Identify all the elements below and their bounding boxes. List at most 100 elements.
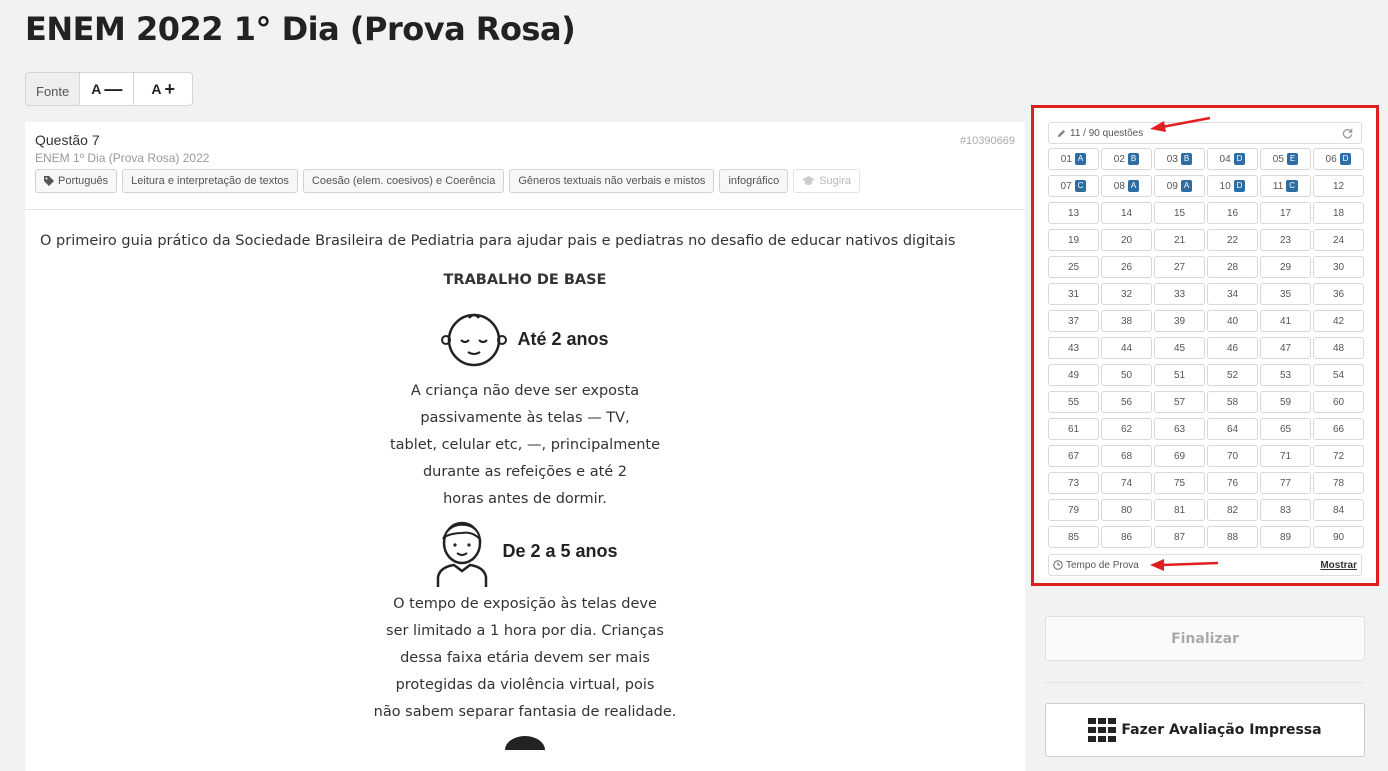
question-nav-cell-19[interactable]: 19 [1048, 229, 1099, 251]
question-nav-cell-63[interactable]: 63 [1154, 418, 1205, 440]
question-nav-cell-46[interactable]: 46 [1207, 337, 1258, 359]
question-nav-cell-22[interactable]: 22 [1207, 229, 1258, 251]
question-nav-cell[interactable]: 01 A [1048, 148, 1099, 170]
question-nav-cell-25[interactable]: 25 [1048, 256, 1099, 278]
question-nav-cell-41[interactable]: 41 [1260, 310, 1311, 332]
question-nav-cell-56[interactable]: 56 [1101, 391, 1152, 413]
question-nav-cell-44[interactable]: 44 [1101, 337, 1152, 359]
question-nav-cell-80[interactable]: 80 [1101, 499, 1152, 521]
question-nav-cell-30[interactable]: 30 [1313, 256, 1364, 278]
tag-portugues[interactable]: Português [35, 169, 118, 193]
question-nav-cell-50[interactable]: 50 [1101, 364, 1152, 386]
question-nav-cell-21[interactable]: 21 [1154, 229, 1205, 251]
question-nav-cell[interactable]: 10 D [1207, 175, 1258, 197]
question-nav-cell-13[interactable]: 13 [1048, 202, 1099, 224]
question-nav-cell-90[interactable]: 90 [1313, 526, 1364, 548]
question-nav-cell[interactable]: 03 B [1154, 148, 1205, 170]
question-nav-cell-71[interactable]: 71 [1260, 445, 1311, 467]
question-nav-cell-77[interactable]: 77 [1260, 472, 1311, 494]
question-nav-cell-14[interactable]: 14 [1101, 202, 1152, 224]
question-id[interactable]: #10390669 [960, 135, 1015, 147]
question-nav-cell-45[interactable]: 45 [1154, 337, 1205, 359]
question-nav-cell[interactable]: 07 C [1048, 175, 1099, 197]
question-nav-cell-32[interactable]: 32 [1101, 283, 1152, 305]
question-nav-cell-69[interactable]: 69 [1154, 445, 1205, 467]
question-nav-cell-57[interactable]: 57 [1154, 391, 1205, 413]
question-nav-cell-24[interactable]: 24 [1313, 229, 1364, 251]
question-nav-cell-61[interactable]: 61 [1048, 418, 1099, 440]
question-nav-cell-12[interactable]: 12 [1313, 175, 1364, 197]
question-nav-cell-85[interactable]: 85 [1048, 526, 1099, 548]
question-nav-cell-64[interactable]: 64 [1207, 418, 1258, 440]
question-nav-cell-37[interactable]: 37 [1048, 310, 1099, 332]
question-nav-cell-82[interactable]: 82 [1207, 499, 1258, 521]
font-increase-button[interactable]: A + [134, 73, 192, 105]
question-nav-cell-20[interactable]: 20 [1101, 229, 1152, 251]
tag-coesao[interactable]: Coesão (elem. coesivos) e Coerência [302, 169, 505, 193]
question-nav-cell-86[interactable]: 86 [1101, 526, 1152, 548]
question-nav-cell-49[interactable]: 49 [1048, 364, 1099, 386]
question-nav-cell[interactable]: 08 A [1101, 175, 1152, 197]
question-nav-cell-68[interactable]: 68 [1101, 445, 1152, 467]
question-nav-cell-29[interactable]: 29 [1260, 256, 1311, 278]
question-nav-cell-28[interactable]: 28 [1207, 256, 1258, 278]
question-nav-cell[interactable]: 04 D [1207, 148, 1258, 170]
question-nav-cell-89[interactable]: 89 [1260, 526, 1311, 548]
print-evaluation-button[interactable]: Fazer Avaliação Impressa [1045, 703, 1365, 757]
question-nav-cell[interactable]: 11 C [1260, 175, 1311, 197]
question-nav-cell-34[interactable]: 34 [1207, 283, 1258, 305]
question-nav-cell-78[interactable]: 78 [1313, 472, 1364, 494]
question-nav-cell-36[interactable]: 36 [1313, 283, 1364, 305]
question-nav-cell-60[interactable]: 60 [1313, 391, 1364, 413]
question-nav-cell-48[interactable]: 48 [1313, 337, 1364, 359]
question-nav-cell-31[interactable]: 31 [1048, 283, 1099, 305]
question-nav-cell-81[interactable]: 81 [1154, 499, 1205, 521]
question-nav-cell-76[interactable]: 76 [1207, 472, 1258, 494]
tag-generos[interactable]: Gêneros textuais não verbais e mistos [509, 169, 715, 193]
question-nav-cell-27[interactable]: 27 [1154, 256, 1205, 278]
question-nav-cell-55[interactable]: 55 [1048, 391, 1099, 413]
question-nav-cell-35[interactable]: 35 [1260, 283, 1311, 305]
question-nav-cell-66[interactable]: 66 [1313, 418, 1364, 440]
question-nav-cell-87[interactable]: 87 [1154, 526, 1205, 548]
question-nav-cell-47[interactable]: 47 [1260, 337, 1311, 359]
question-nav-cell-83[interactable]: 83 [1260, 499, 1311, 521]
question-nav-cell-62[interactable]: 62 [1101, 418, 1152, 440]
question-nav-cell-73[interactable]: 73 [1048, 472, 1099, 494]
finalize-button[interactable]: Finalizar [1045, 616, 1365, 661]
question-nav-cell-23[interactable]: 23 [1260, 229, 1311, 251]
tag-leitura[interactable]: Leitura e interpretação de textos [122, 169, 298, 193]
question-nav-cell-17[interactable]: 17 [1260, 202, 1311, 224]
question-nav-cell-79[interactable]: 79 [1048, 499, 1099, 521]
tag-infografico[interactable]: infográfico [719, 169, 789, 193]
question-nav-cell-65[interactable]: 65 [1260, 418, 1311, 440]
question-nav-cell-52[interactable]: 52 [1207, 364, 1258, 386]
question-nav-cell[interactable]: 05 E [1260, 148, 1311, 170]
question-nav-cell[interactable]: 06 D [1313, 148, 1364, 170]
question-nav-cell[interactable]: 02 B [1101, 148, 1152, 170]
refresh-icon[interactable] [1342, 128, 1353, 139]
font-decrease-button[interactable]: A — [80, 73, 135, 105]
question-nav-cell-59[interactable]: 59 [1260, 391, 1311, 413]
question-nav-cell-75[interactable]: 75 [1154, 472, 1205, 494]
question-nav-cell[interactable]: 09 A [1154, 175, 1205, 197]
question-nav-cell-26[interactable]: 26 [1101, 256, 1152, 278]
question-nav-cell-84[interactable]: 84 [1313, 499, 1364, 521]
suggest-button[interactable]: Sugira [793, 169, 860, 193]
question-nav-cell-58[interactable]: 58 [1207, 391, 1258, 413]
question-nav-cell-38[interactable]: 38 [1101, 310, 1152, 332]
question-nav-cell-15[interactable]: 15 [1154, 202, 1205, 224]
question-nav-cell-18[interactable]: 18 [1313, 202, 1364, 224]
question-nav-cell-40[interactable]: 40 [1207, 310, 1258, 332]
question-nav-cell-42[interactable]: 42 [1313, 310, 1364, 332]
question-nav-cell-43[interactable]: 43 [1048, 337, 1099, 359]
question-nav-cell-33[interactable]: 33 [1154, 283, 1205, 305]
question-nav-cell-88[interactable]: 88 [1207, 526, 1258, 548]
question-nav-cell-74[interactable]: 74 [1101, 472, 1152, 494]
question-nav-cell-67[interactable]: 67 [1048, 445, 1099, 467]
question-nav-cell-16[interactable]: 16 [1207, 202, 1258, 224]
question-nav-cell-53[interactable]: 53 [1260, 364, 1311, 386]
question-nav-cell-54[interactable]: 54 [1313, 364, 1364, 386]
question-nav-cell-39[interactable]: 39 [1154, 310, 1205, 332]
timer-show-link[interactable]: Mostrar [1320, 560, 1357, 571]
